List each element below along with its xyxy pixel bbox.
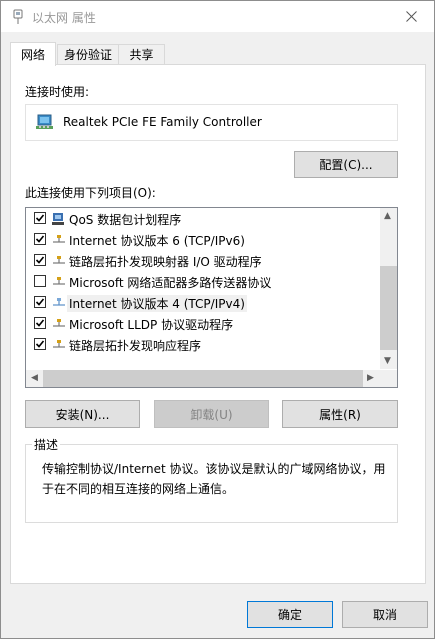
- cancel-button[interactable]: 取消: [342, 601, 428, 628]
- items-list[interactable]: QoS 数据包计划程序 Internet 协议版本 6 (TCP/IPv6) 链…: [25, 207, 398, 388]
- protocol-icon: [52, 275, 66, 289]
- item-label: Internet 协议版本 4 (TCP/IPv4): [67, 295, 247, 312]
- adapter-box: Realtek PCIe FE Family Controller: [25, 104, 398, 141]
- item-label: Microsoft LLDP 协议驱动程序: [69, 318, 234, 332]
- scroll-left-icon[interactable]: ◀: [31, 373, 38, 383]
- protocol-icon: [52, 296, 66, 310]
- tab-strip: 网络 身份验证 共享: [10, 42, 430, 66]
- adapter-name: Realtek PCIe FE Family Controller: [63, 115, 262, 129]
- close-icon: [406, 11, 417, 22]
- list-item[interactable]: Internet 协议版本 6 (TCP/IPv6): [26, 229, 381, 250]
- ok-button[interactable]: 确定: [247, 601, 333, 628]
- install-button[interactable]: 安装(N)...: [25, 400, 140, 428]
- network-properties-icon: [13, 9, 23, 25]
- tab-authentication-label: 身份验证: [63, 48, 112, 62]
- protocol-icon: [52, 233, 66, 247]
- list-item[interactable]: 链路层拓扑发现映射器 I/O 驱动程序: [26, 250, 381, 271]
- tab-sharing[interactable]: 共享: [118, 44, 165, 64]
- item-checkbox[interactable]: [34, 338, 46, 350]
- title-bar[interactable]: 以太网 属性: [1, 1, 434, 32]
- close-button[interactable]: [389, 1, 434, 32]
- tab-authentication[interactable]: 身份验证: [57, 44, 119, 64]
- scroll-up-icon[interactable]: ▲: [384, 211, 391, 221]
- list-item[interactable]: QoS 数据包计划程序: [26, 208, 381, 229]
- description-text: 传输控制协议/Internet 协议。该协议是默认的广域网络协议，用于在不同的相…: [42, 462, 386, 496]
- tab-network-label: 网络: [20, 48, 45, 62]
- items-label: 此连接使用下列项目(O):: [25, 186, 156, 200]
- qos-icon: [52, 212, 66, 226]
- network-tab-page: 连接时使用: Realtek PCIe FE Family Controller…: [10, 64, 426, 584]
- properties-window: 以太网 属性 网络 身份验证 共享 连接时使用: Realtek PCIe FE…: [0, 0, 435, 639]
- protocol-icon: [52, 317, 66, 331]
- list-item[interactable]: Microsoft 网络适配器多路传送器协议: [26, 271, 381, 292]
- item-checkbox[interactable]: [34, 317, 46, 329]
- tab-network[interactable]: 网络: [10, 42, 56, 66]
- window-title: 以太网 属性: [32, 11, 96, 25]
- vertical-scroll-thumb[interactable]: [380, 266, 397, 350]
- item-checkbox[interactable]: [34, 212, 46, 224]
- scroll-down-icon[interactable]: ▼: [384, 356, 391, 366]
- configure-button[interactable]: 配置(C)...: [294, 151, 398, 178]
- list-item[interactable]: Microsoft LLDP 协议驱动程序: [26, 313, 381, 334]
- item-label: Internet 协议版本 6 (TCP/IPv6): [69, 234, 245, 248]
- scroll-right-icon[interactable]: ▶: [367, 373, 374, 383]
- properties-button[interactable]: 属性(R): [282, 400, 398, 428]
- list-item[interactable]: 链路层拓扑发现响应程序: [26, 334, 381, 355]
- uninstall-button[interactable]: 卸载(U): [154, 400, 269, 428]
- item-checkbox[interactable]: [34, 233, 46, 245]
- list-item[interactable]: Internet 协议版本 4 (TCP/IPv4): [26, 292, 381, 313]
- connect-using-label: 连接时使用:: [25, 85, 90, 99]
- item-label: 链路层拓扑发现响应程序: [69, 339, 202, 353]
- description-group: 描述 传输控制协议/Internet 协议。该协议是默认的广域网络协议，用于在不…: [25, 436, 398, 523]
- vertical-scrollbar[interactable]: ▲ ▼: [380, 208, 397, 369]
- item-checkbox[interactable]: [34, 275, 46, 287]
- item-label: 链路层拓扑发现映射器 I/O 驱动程序: [69, 255, 262, 269]
- horizontal-scroll-thumb[interactable]: [43, 370, 363, 387]
- description-title: 描述: [32, 436, 61, 453]
- protocol-icon: [52, 254, 66, 268]
- item-checkbox[interactable]: [34, 254, 46, 266]
- item-label: QoS 数据包计划程序: [69, 213, 182, 227]
- network-adapter-icon: [36, 114, 54, 130]
- tab-sharing-label: 共享: [129, 48, 154, 62]
- item-label: Microsoft 网络适配器多路传送器协议: [69, 276, 272, 290]
- protocol-icon: [52, 338, 66, 352]
- item-checkbox[interactable]: [34, 296, 46, 308]
- horizontal-scrollbar[interactable]: ◀ ▶: [26, 370, 397, 387]
